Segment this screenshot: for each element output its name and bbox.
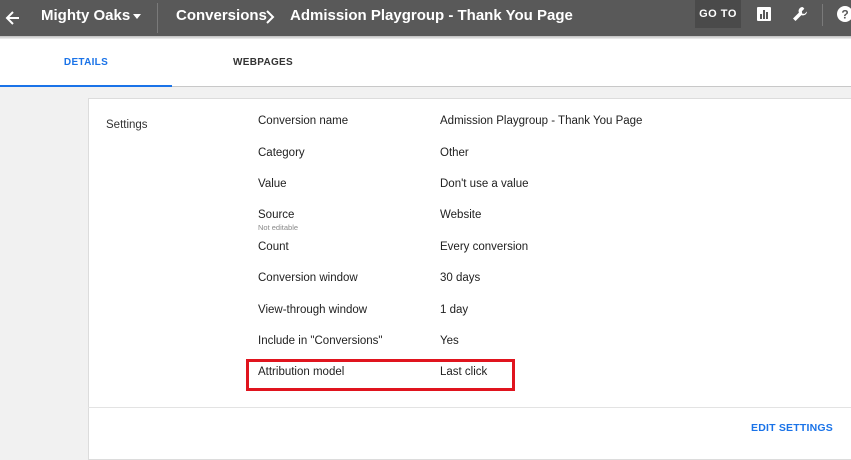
source-not-editable-note: Not editable <box>258 223 299 232</box>
setting-value-include-in-conversions: Yes <box>440 335 459 347</box>
setting-label-view-through-window: View-through window <box>258 304 368 316</box>
setting-label-category: Category <box>258 147 305 159</box>
setting-value-value: Don't use a value <box>440 178 529 190</box>
svg-text:?: ? <box>841 8 848 22</box>
setting-label-include-in-conversions: Include in "Conversions" <box>258 335 383 347</box>
breadcrumb-conversions[interactable]: Conversions <box>176 7 267 24</box>
setting-value-conversion-window: 30 days <box>440 272 481 284</box>
setting-label-conversion-name: Conversion name <box>258 115 349 127</box>
setting-value-count: Every conversion <box>440 241 529 253</box>
setting-label-conversion-window: Conversion window <box>258 272 358 284</box>
setting-value-conversion-name: Admission Playgroup - Thank You Page <box>440 115 643 127</box>
caret-down-icon[interactable] <box>133 14 141 19</box>
setting-label-source: Source <box>258 209 295 221</box>
goto-button[interactable]: GO TO <box>695 0 741 28</box>
setting-value-category: Other <box>440 147 469 159</box>
wrench-icon[interactable] <box>791 5 809 23</box>
card-footer-divider <box>88 407 851 408</box>
help-icon[interactable]: ? <box>836 5 851 23</box>
setting-value-source: Website <box>440 209 482 221</box>
tab-webpages[interactable]: WEBPAGES <box>178 39 348 86</box>
attribution-highlight-box <box>246 359 515 391</box>
setting-value-view-through-window: 1 day <box>440 304 469 316</box>
setting-label-count: Count <box>258 241 289 253</box>
toolbar-divider <box>822 4 823 26</box>
account-name[interactable]: Mighty Oaks <box>41 7 130 24</box>
settings-section-label: Settings <box>106 119 148 131</box>
page-title: Admission Playgroup - Thank You Page <box>290 7 573 24</box>
top-bar: Mighty Oaks Conversions Admission Playgr… <box>0 0 851 36</box>
tab-bar: DETAILS WEBPAGES <box>0 39 851 87</box>
setting-label-value: Value <box>258 178 287 190</box>
divider <box>157 3 158 33</box>
chevron-right-icon <box>266 10 275 24</box>
active-tab-indicator <box>0 85 172 87</box>
reports-icon[interactable] <box>755 5 773 23</box>
tab-details[interactable]: DETAILS <box>0 39 172 86</box>
back-arrow-icon[interactable] <box>4 7 22 29</box>
edit-settings-button[interactable]: EDIT SETTINGS <box>751 422 833 434</box>
